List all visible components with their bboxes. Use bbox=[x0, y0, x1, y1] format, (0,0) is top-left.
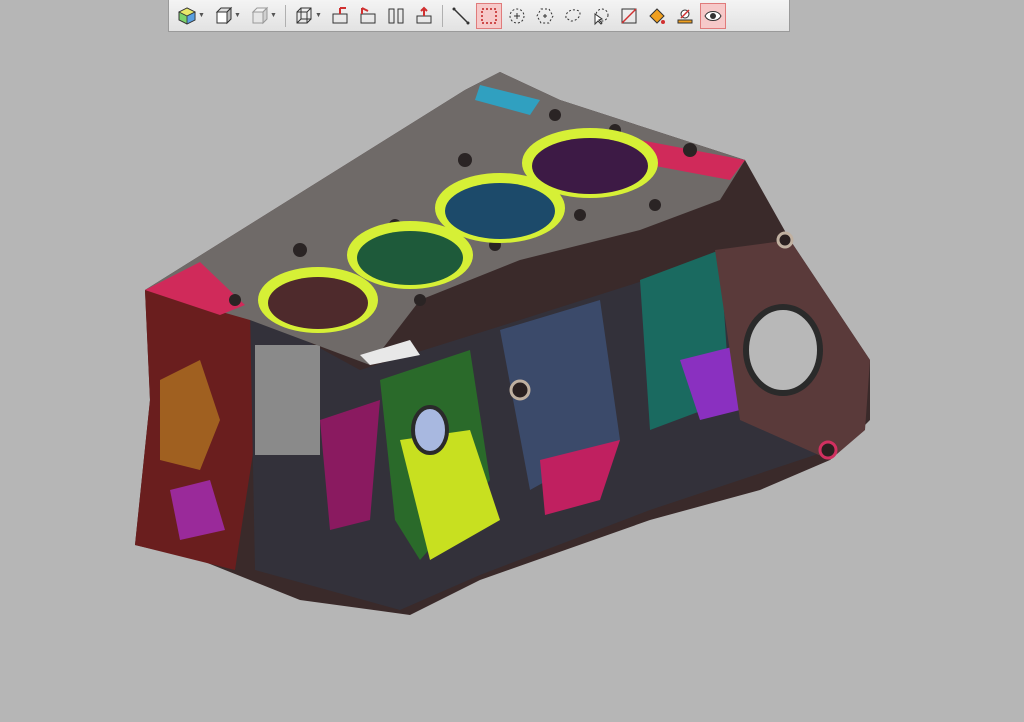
section-y-icon bbox=[360, 6, 376, 23]
render-style-button[interactable]: ▼ bbox=[246, 3, 280, 29]
side-port bbox=[411, 405, 449, 455]
cylinder-bore-4 bbox=[522, 128, 658, 198]
polygon-select-button[interactable] bbox=[532, 3, 558, 29]
chevron-down-icon: ▼ bbox=[198, 12, 205, 19]
paint-bucket-icon bbox=[649, 7, 665, 24]
toolbar-divider bbox=[285, 4, 286, 27]
point-select-icon bbox=[594, 8, 609, 25]
wireframe-cube-icon bbox=[296, 7, 312, 23]
eye-icon bbox=[704, 10, 722, 21]
line-select-button[interactable] bbox=[448, 3, 474, 29]
engine-block-model[interactable] bbox=[0, 32, 1024, 717]
side-port bbox=[776, 231, 794, 249]
lasso-select-button[interactable] bbox=[560, 3, 586, 29]
line-select-icon bbox=[452, 7, 470, 24]
polygon-select-icon bbox=[536, 8, 554, 23]
brush-icon bbox=[677, 8, 693, 23]
toolbar-divider bbox=[442, 4, 443, 27]
circle-select-button[interactable] bbox=[504, 3, 530, 29]
visibility-toggle-button[interactable] bbox=[700, 2, 726, 29]
chevron-down-icon: ▼ bbox=[270, 12, 277, 19]
cylinder-bore-1 bbox=[258, 267, 378, 333]
side-port bbox=[818, 440, 838, 460]
surface-select-icon bbox=[621, 7, 637, 24]
chevron-down-icon: ▼ bbox=[234, 12, 241, 19]
section-z-button[interactable] bbox=[383, 3, 409, 29]
surface-select-button[interactable] bbox=[616, 3, 642, 29]
crank-bore bbox=[743, 304, 823, 396]
flat-cube-icon bbox=[251, 6, 269, 24]
shaded-cube-icon bbox=[215, 6, 233, 24]
section-y-button[interactable] bbox=[355, 3, 381, 29]
side-port bbox=[509, 379, 531, 401]
point-select-button[interactable] bbox=[588, 3, 614, 29]
view-orientation-button[interactable]: ▼ bbox=[174, 3, 208, 29]
cylinder-wall-panel bbox=[255, 345, 320, 455]
orientation-cube-icon bbox=[178, 6, 196, 25]
main-toolbar: ▼ ▼ ▼ ▼ bbox=[168, 0, 790, 32]
section-x-button[interactable] bbox=[327, 3, 353, 29]
rectangle-select-icon bbox=[481, 7, 497, 24]
paint-select-button[interactable] bbox=[644, 3, 670, 29]
clip-plane-button[interactable] bbox=[411, 3, 437, 29]
wireframe-button[interactable]: ▼ bbox=[291, 3, 325, 29]
3d-viewport[interactable] bbox=[0, 32, 1024, 717]
rectangle-select-button[interactable] bbox=[476, 2, 502, 29]
display-mode-button[interactable]: ▼ bbox=[210, 3, 244, 29]
section-x-icon bbox=[332, 6, 348, 23]
section-z-icon bbox=[388, 8, 404, 23]
circle-select-icon bbox=[509, 8, 525, 23]
chevron-down-icon: ▼ bbox=[315, 12, 322, 19]
clip-plane-icon bbox=[416, 6, 432, 23]
brush-select-button[interactable] bbox=[672, 3, 698, 29]
lasso-select-icon bbox=[565, 8, 581, 22]
